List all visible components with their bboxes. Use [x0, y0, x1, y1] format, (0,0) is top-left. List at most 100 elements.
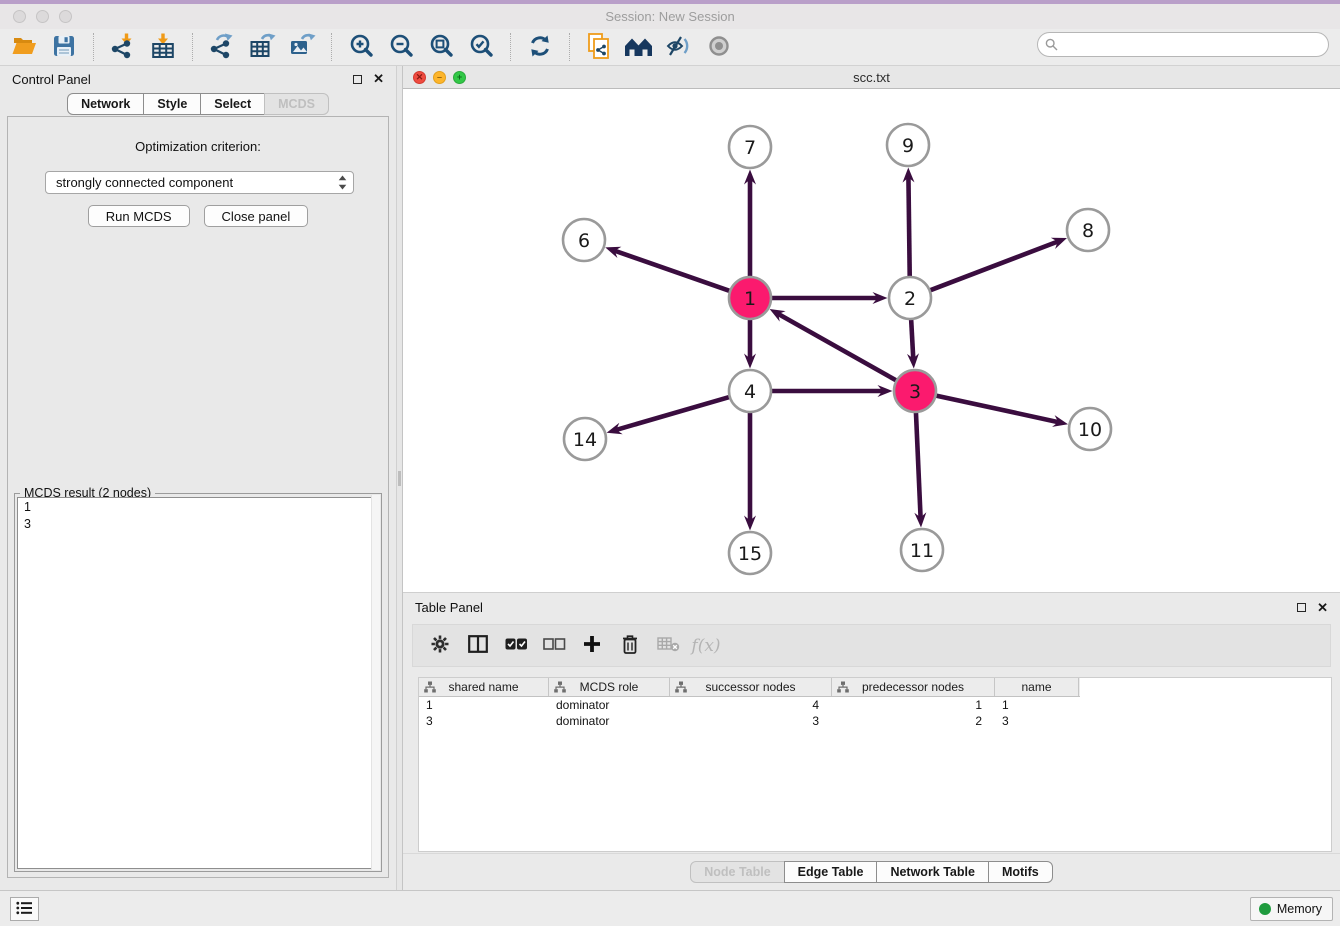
export-table-button[interactable] [244, 31, 280, 63]
node-table: shared nameMCDS rolesuccessor nodesprede… [418, 677, 1332, 852]
graph-edge-2-3[interactable] [911, 316, 913, 360]
main-toolbar [0, 29, 1340, 66]
column-header-predecessor-nodes[interactable]: predecessor nodes [832, 678, 995, 696]
table-cell: dominator [549, 714, 670, 728]
graph-node-2[interactable]: 2 [889, 277, 931, 319]
result-scrollbar[interactable] [371, 495, 380, 870]
panel-splitter[interactable] [396, 66, 403, 890]
close-panel-button[interactable]: Close panel [204, 205, 309, 227]
optimization-criterion-select[interactable]: strongly connected component [45, 171, 354, 194]
window-close-button[interactable] [13, 10, 26, 23]
network-view-window: scc.txt ✕ – + 7968124314101511 [403, 66, 1340, 592]
tab-select[interactable]: Select [200, 93, 265, 115]
clone-network-button[interactable] [581, 31, 617, 63]
graph-node-4[interactable]: 4 [729, 370, 771, 412]
memory-button[interactable]: Memory [1250, 897, 1333, 921]
window-minimize-button[interactable] [36, 10, 49, 23]
graph-edge-3-11[interactable] [916, 409, 921, 519]
split-view-button[interactable] [463, 629, 493, 663]
table-cell: 3 [995, 714, 1079, 728]
show-panels-button[interactable] [701, 31, 737, 63]
float-icon[interactable] [353, 75, 362, 84]
svg-text:7: 7 [744, 137, 756, 159]
add-column-icon [583, 635, 601, 656]
add-column-button[interactable] [577, 629, 607, 663]
save-session-button[interactable] [46, 31, 82, 63]
svg-text:1: 1 [744, 288, 756, 310]
zoom-selected-icon [469, 33, 494, 61]
graph-edge-4-14[interactable] [615, 396, 732, 430]
graph-node-11[interactable]: 11 [901, 529, 943, 571]
network-minimize-icon[interactable]: – [433, 71, 446, 84]
window-zoom-button[interactable] [59, 10, 72, 23]
close-icon[interactable]: ✕ [373, 74, 384, 84]
column-label: name [1021, 680, 1051, 694]
tab-edge-table[interactable]: Edge Table [784, 861, 878, 883]
table-cell: 4 [670, 698, 832, 712]
zoom-fit-button[interactable] [423, 31, 459, 63]
network-close-icon[interactable]: ✕ [413, 71, 426, 84]
graph-edge-1-6[interactable] [614, 250, 733, 292]
window-title: Session: New Session [0, 4, 1340, 29]
home-button[interactable] [621, 31, 657, 63]
graph-node-8[interactable]: 8 [1067, 209, 1109, 251]
hide-panels-button[interactable] [661, 31, 697, 63]
graph-node-15[interactable]: 15 [729, 532, 771, 574]
table-row[interactable]: 3dominator323 [419, 713, 1331, 729]
refresh-layout-button[interactable] [522, 31, 558, 63]
column-header-shared-name[interactable]: shared name [419, 678, 549, 696]
task-history-button[interactable] [10, 897, 39, 921]
zoom-selected-button[interactable] [463, 31, 499, 63]
graph-edge-3-10[interactable] [933, 395, 1060, 422]
graph-edge-3-1[interactable] [777, 313, 899, 382]
export-image-button[interactable] [284, 31, 320, 63]
optimization-criterion-label: Optimization criterion: [8, 139, 388, 154]
import-table-button[interactable] [145, 31, 181, 63]
zoom-in-button[interactable] [343, 31, 379, 63]
settings-button[interactable] [425, 629, 455, 663]
run-mcds-button[interactable]: Run MCDS [88, 205, 190, 227]
tab-network[interactable]: Network [67, 93, 144, 115]
mcds-panel: Optimization criterion: strongly connect… [7, 116, 389, 878]
mcds-result-text[interactable]: 1 3 [17, 497, 379, 869]
column-header-name[interactable]: name [995, 678, 1079, 696]
svg-text:8: 8 [1082, 220, 1094, 242]
network-zoom-icon[interactable]: + [453, 71, 466, 84]
table-row[interactable]: 1dominator411 [419, 697, 1331, 713]
table-cell: 2 [832, 714, 995, 728]
window-controls [13, 10, 72, 23]
memory-status-icon [1259, 903, 1271, 915]
export-network-button[interactable] [204, 31, 240, 63]
graph-node-1[interactable]: 1 [729, 277, 771, 319]
graph-node-3[interactable]: 3 [894, 370, 936, 412]
delete-columns-button[interactable] [615, 629, 645, 663]
table-toolbar: f(x) [412, 624, 1331, 667]
import-network-icon [110, 33, 136, 62]
tab-motifs[interactable]: Motifs [988, 861, 1053, 883]
tab-mcds[interactable]: MCDS [264, 93, 329, 115]
graph-node-14[interactable]: 14 [564, 418, 606, 460]
graph-node-7[interactable]: 7 [729, 126, 771, 168]
node-table-body: 1dominator4113dominator323 [419, 697, 1331, 729]
unselect-all-columns-button[interactable] [539, 629, 569, 663]
svg-text:10: 10 [1078, 419, 1102, 441]
column-header-successor-nodes[interactable]: successor nodes [670, 678, 832, 696]
graph-node-6[interactable]: 6 [563, 219, 605, 261]
network-graph[interactable]: 7 9 6 8 1 2 4 3 14 10 15 11 [403, 89, 1340, 592]
tab-node-table[interactable]: Node Table [690, 861, 784, 883]
open-session-button[interactable] [6, 31, 42, 63]
graph-edge-2-8[interactable] [927, 241, 1059, 291]
control-panel: Control Panel ✕ NetworkStyleSelectMCDS O… [0, 66, 396, 890]
tab-style[interactable]: Style [143, 93, 201, 115]
column-header-mcds-role[interactable]: MCDS role [549, 678, 670, 696]
float-icon[interactable] [1297, 603, 1306, 612]
select-all-columns-button[interactable] [501, 629, 531, 663]
tab-network-table[interactable]: Network Table [876, 861, 989, 883]
close-icon[interactable]: ✕ [1317, 603, 1328, 613]
search-input[interactable] [1037, 32, 1329, 57]
zoom-out-button[interactable] [383, 31, 419, 63]
import-network-button[interactable] [105, 31, 141, 63]
graph-node-9[interactable]: 9 [887, 124, 929, 166]
graph-edge-2-9[interactable] [908, 176, 909, 280]
graph-node-10[interactable]: 10 [1069, 408, 1111, 450]
